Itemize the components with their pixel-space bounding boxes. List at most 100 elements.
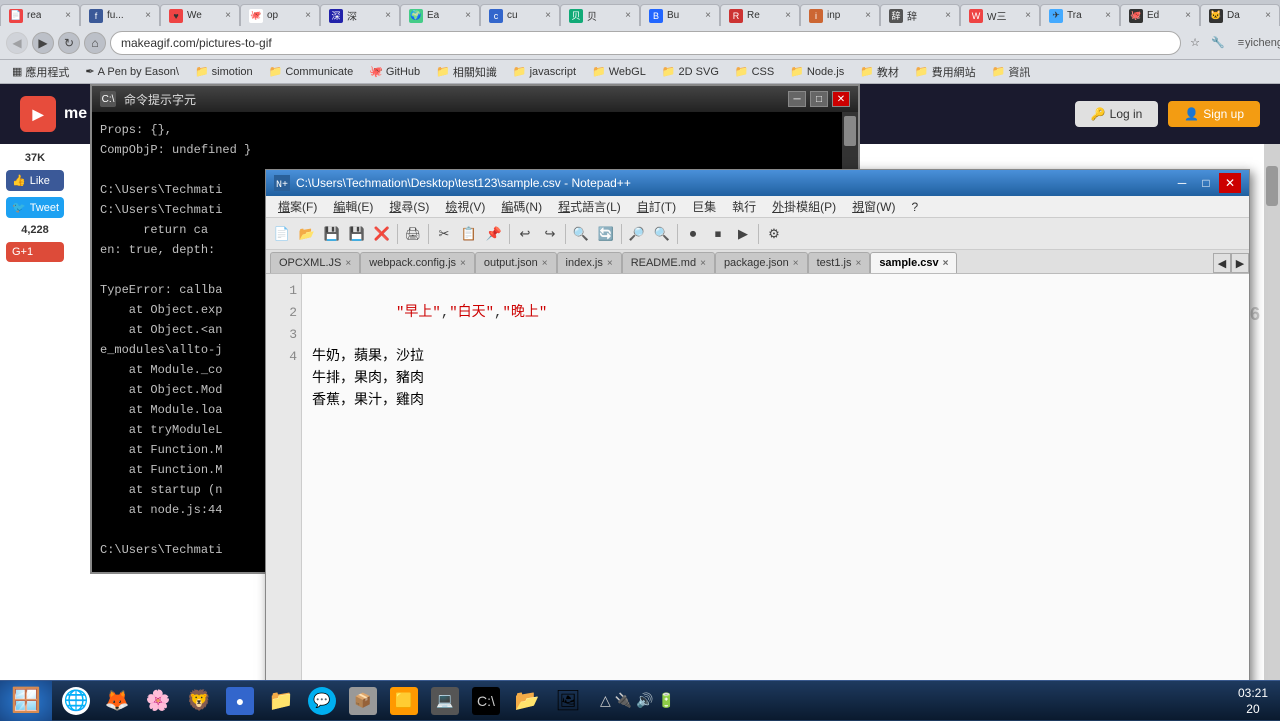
tab-sample[interactable]: sample.csv × xyxy=(870,252,957,273)
tb-save[interactable]: 💾 xyxy=(320,222,344,246)
tb-macro-stop[interactable]: ⏹ xyxy=(706,222,730,246)
notepad-text-area[interactable]: "早上","白天","晚上" 牛奶，蘋果，沙拉 牛排，果肉，豬肉 香蕉，果汁，雞… xyxy=(302,274,1249,720)
start-button[interactable]: 🪟 xyxy=(0,681,52,721)
taskbar-app1[interactable]: ● xyxy=(220,683,260,719)
notepad-maximize[interactable]: □ xyxy=(1195,173,1217,193)
cmd-maximize[interactable]: □ xyxy=(810,91,828,107)
taskbar-cmd[interactable]: C:\ xyxy=(466,683,506,719)
tab-fu[interactable]: ffu...× xyxy=(80,4,160,26)
menu-run[interactable]: 執行 xyxy=(724,196,764,217)
taskbar-clock[interactable]: 03:21 20 xyxy=(1226,686,1280,716)
tab-output-close[interactable]: × xyxy=(542,258,548,269)
bookmark-simotion[interactable]: 📁 simotion xyxy=(189,63,259,80)
menu-window[interactable]: 視窗(W) xyxy=(844,196,903,217)
notepad-close[interactable]: ✕ xyxy=(1219,173,1241,193)
tb-undo[interactable]: ↩ xyxy=(513,222,537,246)
menu-encoding[interactable]: 編碼(N) xyxy=(493,196,550,217)
tb-open[interactable]: 📂 xyxy=(295,222,319,246)
taskbar-browser3[interactable]: 🌸 xyxy=(138,683,178,719)
tb-macro-play[interactable]: ▶ xyxy=(731,222,755,246)
bookmark-knowledge[interactable]: 📁 相關知識 xyxy=(430,62,503,82)
taskbar-app3[interactable]: 🟨 xyxy=(384,683,424,719)
tab-webpack[interactable]: webpack.config.js × xyxy=(360,252,475,273)
tab-opcxml[interactable]: OPCXML.JS × xyxy=(270,252,360,273)
bookmark-nodejs[interactable]: 📁 Node.js xyxy=(784,63,850,80)
tb-close[interactable]: ❌ xyxy=(370,222,394,246)
menu-macro[interactable]: 巨集 xyxy=(684,196,724,217)
tb-find[interactable]: 🔍 xyxy=(569,222,593,246)
tb-replace[interactable]: 🔄 xyxy=(594,222,618,246)
tab-ea[interactable]: 🌍Ea× xyxy=(400,4,480,26)
tweet-button[interactable]: 🐦 Tweet xyxy=(6,197,64,218)
menu-settings[interactable]: 自訂(T) xyxy=(629,196,684,217)
taskbar-firefox[interactable]: 🦊 xyxy=(97,683,137,719)
bookmark-icon[interactable]: ☆ xyxy=(1185,33,1205,53)
login-button[interactable]: 🔑 Log in xyxy=(1075,101,1159,127)
tb-macro-rec[interactable]: ⏺ xyxy=(681,222,705,246)
tab-ed[interactable]: 🐙Ed× xyxy=(1120,4,1200,26)
taskbar-app4[interactable]: 💻 xyxy=(425,683,465,719)
tab-index-close[interactable]: × xyxy=(607,258,613,269)
tab-op[interactable]: 🐙op× xyxy=(240,4,320,26)
bookmark-fee[interactable]: 📁 費用網站 xyxy=(909,62,982,82)
tab-package-close[interactable]: × xyxy=(793,258,799,269)
tab-index[interactable]: index.js × xyxy=(557,252,622,273)
tab-we[interactable]: ♥We× xyxy=(160,4,240,26)
tab-re[interactable]: RRe× xyxy=(720,4,800,26)
tab-nav-left[interactable]: ◀ xyxy=(1213,253,1231,273)
taskbar-skype[interactable]: 💬 xyxy=(302,683,342,719)
tray-hide-icon[interactable]: △ xyxy=(600,692,611,709)
address-bar[interactable]: makeagif.com/pictures-to-gif xyxy=(110,31,1181,55)
menu-edit[interactable]: 編輯(E) xyxy=(325,196,381,217)
taskbar-app2[interactable]: 📦 xyxy=(343,683,383,719)
tab-test1-close[interactable]: × xyxy=(855,258,861,269)
tab-output[interactable]: output.json × xyxy=(475,252,557,273)
back-button[interactable]: ◀ xyxy=(6,32,28,54)
tray-network-icon[interactable]: 🔌 xyxy=(615,692,632,709)
bookmark-communicate[interactable]: 📁 Communicate xyxy=(263,63,360,80)
reload-button[interactable]: ↻ xyxy=(58,32,80,54)
tb-copy[interactable]: 📋 xyxy=(457,222,481,246)
tab-bu[interactable]: BBu× xyxy=(640,4,720,26)
person-icon[interactable]: yicheng xyxy=(1254,33,1274,53)
tab-readme-close[interactable]: × xyxy=(700,258,706,269)
tab-bei[interactable]: 贝贝× xyxy=(560,4,640,26)
menu-plugins[interactable]: 外掛模組(P) xyxy=(764,196,844,217)
tray-volume-icon[interactable]: 🔊 xyxy=(636,692,653,709)
tab-nav-right[interactable]: ▶ xyxy=(1231,253,1249,273)
menu-view[interactable]: 檢視(V) xyxy=(437,196,493,217)
taskbar-filemanager[interactable]: 📂 xyxy=(507,683,547,719)
tab-deep[interactable]: 深深× xyxy=(320,4,400,26)
bookmark-2dsvg[interactable]: 📁 2D SVG xyxy=(656,63,725,80)
bookmark-webgl[interactable]: 📁 WebGL xyxy=(586,63,652,80)
signup-button[interactable]: 👤 Sign up xyxy=(1168,101,1260,127)
tb-paste[interactable]: 📌 xyxy=(482,222,506,246)
menu-language[interactable]: 程式語言(L) xyxy=(550,196,629,217)
taskbar-browser4[interactable]: 🦁 xyxy=(179,683,219,719)
tb-print[interactable]: 🖨 xyxy=(401,222,425,246)
bookmark-textbook[interactable]: 📁 教材 xyxy=(854,62,905,82)
bookmark-pen[interactable]: ✒ A Pen by Eason\ xyxy=(79,63,185,80)
tab-w3[interactable]: WW三× xyxy=(960,4,1040,26)
tab-sample-close[interactable]: × xyxy=(943,258,949,269)
taskbar-explorer[interactable]: 📁 xyxy=(261,683,301,719)
tab-readme[interactable]: README.md × xyxy=(622,252,715,273)
bookmark-github[interactable]: 🐙 GitHub xyxy=(363,63,426,80)
tab-tra[interactable]: ✈Tra× xyxy=(1040,4,1120,26)
tab-rea[interactable]: 📄rea× xyxy=(0,4,80,26)
tab-test1[interactable]: test1.js × xyxy=(808,252,871,273)
taskbar-viewer[interactable]: 🖼 xyxy=(548,683,588,719)
cmd-minimize[interactable]: ─ xyxy=(788,91,806,107)
tb-zoom-in[interactable]: 🔎 xyxy=(625,222,649,246)
bookmark-css[interactable]: 📁 CSS xyxy=(729,63,780,80)
forward-button[interactable]: ▶ xyxy=(32,32,54,54)
tb-new[interactable]: 📄 xyxy=(270,222,294,246)
tab-cu[interactable]: ccu× xyxy=(480,4,560,26)
tb-zoom-out[interactable]: 🔍 xyxy=(650,222,674,246)
tab-package[interactable]: package.json × xyxy=(715,252,808,273)
bookmark-apps[interactable]: ▦ 應用程式 xyxy=(6,62,75,82)
menu-file[interactable]: 檔案(F) xyxy=(270,196,325,217)
gplus-button[interactable]: G+1 xyxy=(6,242,64,262)
extensions-icon[interactable]: 🔧 xyxy=(1208,33,1228,53)
tb-saveall[interactable]: 💾 xyxy=(345,222,369,246)
